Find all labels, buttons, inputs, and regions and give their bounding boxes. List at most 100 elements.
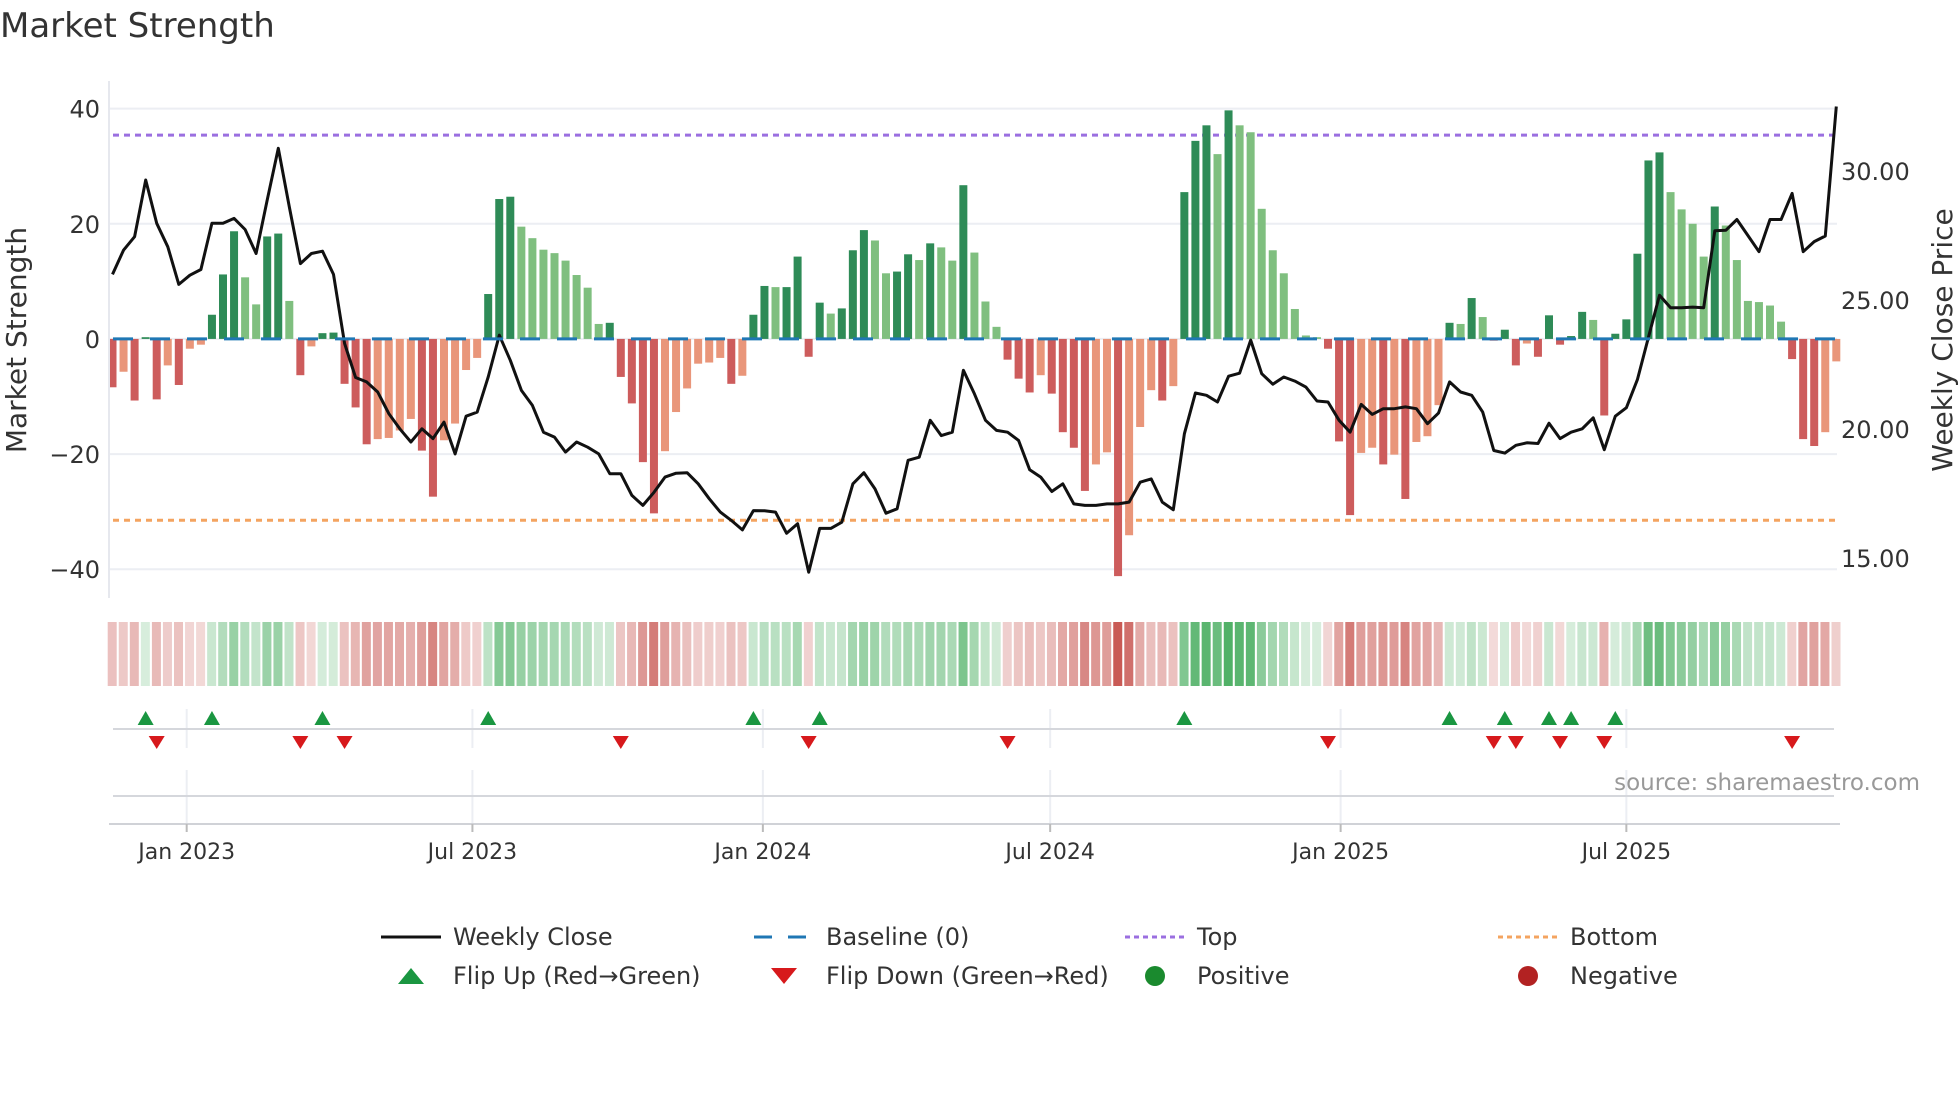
strip-cell (814, 622, 824, 686)
strip-cell (980, 622, 990, 686)
strip-cell (958, 622, 968, 686)
flip-down-marker (612, 736, 629, 749)
strip-cell (262, 622, 272, 686)
positive-bar (495, 199, 504, 339)
positive-bar (1500, 329, 1509, 339)
positive-bar (1467, 298, 1476, 339)
y2-tick-label: 15.00 (1841, 545, 1910, 573)
strip-cell (1798, 622, 1808, 686)
legend-item-flip-up[interactable]: Flip Up (Red→Green) (381, 961, 701, 991)
positive-bar (1545, 315, 1553, 339)
negative-bar (174, 338, 183, 385)
flip-down-marker (1552, 736, 1569, 749)
strip-cell (903, 622, 913, 686)
strip-cell (1588, 622, 1598, 686)
positive-bar (826, 313, 835, 339)
strip-cell (560, 622, 570, 686)
positive-bar (1445, 322, 1454, 339)
flip-down-marker (1596, 736, 1613, 749)
legend-item-flip-down[interactable]: Flip Down (Green→Red) (754, 961, 1109, 991)
negative-bar (1091, 338, 1100, 465)
strip-cell (406, 622, 416, 686)
strip-cell (1356, 622, 1366, 686)
flip-up-marker (1176, 711, 1193, 725)
strip-cell (140, 622, 150, 686)
negative-bar (727, 338, 736, 384)
strip-cell (129, 622, 139, 686)
strip-cell (991, 622, 1001, 686)
positive-bar (517, 226, 526, 339)
strip-cell (472, 622, 482, 686)
negative-bar (616, 338, 625, 377)
strip-cell (483, 622, 493, 686)
positive-bar (882, 273, 890, 339)
strip-cell (1488, 622, 1498, 686)
negative-bar (1158, 338, 1167, 401)
flip-up-marker (137, 711, 154, 725)
strip-cell (693, 622, 703, 686)
triangle-down-icon (754, 961, 814, 991)
negative-bar (694, 338, 703, 364)
strip-cell (571, 622, 581, 686)
strip-cell (1135, 622, 1145, 686)
strip-cell (1124, 622, 1134, 686)
legend-item-positive[interactable]: Positive (1125, 961, 1290, 991)
legend-item-top[interactable]: Top (1125, 922, 1238, 952)
negative-bar (406, 338, 415, 419)
green-dot-icon (1125, 961, 1185, 991)
x-tick-label: Jul 2025 (1580, 840, 1672, 865)
strip-cell (1533, 622, 1543, 686)
strip-cell (737, 622, 747, 686)
strip-cell (1091, 622, 1101, 686)
strip-cell (715, 622, 725, 686)
negative-bar (1821, 338, 1830, 433)
negative-bar (1069, 338, 1078, 448)
legend-item-negative[interactable]: Negative (1498, 961, 1678, 991)
strip-cell (439, 622, 449, 686)
x-tick-label: Jan 2023 (136, 840, 235, 865)
strip-cell (1809, 622, 1819, 686)
y-tick-label: 20 (69, 211, 100, 239)
strip-cell (1290, 622, 1300, 686)
positive-bar (1235, 125, 1244, 339)
positive-bar (1710, 206, 1719, 339)
positive-bar (870, 240, 879, 339)
strip-cell (1776, 622, 1786, 686)
strip-cell (1168, 622, 1178, 686)
negative-bar (1335, 338, 1344, 442)
positive-bar (760, 285, 769, 339)
positive-bar (1666, 192, 1675, 339)
y2-tick-label: 25.00 (1841, 287, 1910, 315)
strip-cell (792, 622, 802, 686)
flip-down-marker (800, 736, 817, 749)
negative-bar (1136, 338, 1145, 428)
strip-cell (1157, 622, 1167, 686)
positive-bar (893, 271, 902, 339)
strip-cell (185, 622, 195, 686)
strip-cell (229, 622, 239, 686)
strip-cell (1544, 622, 1554, 686)
negative-bar (384, 338, 393, 438)
strip-cell (1687, 622, 1697, 686)
positive-bar (837, 308, 846, 339)
legend-item-weekly-close[interactable]: Weekly Close (381, 922, 613, 952)
y2-tick-label: 20.00 (1841, 416, 1910, 444)
flip-up-marker (480, 711, 497, 725)
negative-bar (1125, 338, 1134, 536)
legend-item-bottom[interactable]: Bottom (1498, 922, 1658, 952)
flip-up-marker (745, 711, 762, 725)
positive-bar (1677, 209, 1686, 339)
strip-cell (1577, 622, 1587, 686)
positive-bar (230, 231, 239, 339)
strip-cell (107, 622, 117, 686)
legend-item-baseline[interactable]: Baseline (0) (754, 922, 969, 952)
positive-bar (859, 230, 868, 339)
strip-cell (859, 622, 869, 686)
legend-label: Top (1197, 923, 1238, 951)
strip-cell (1223, 622, 1233, 686)
strip-cell (306, 622, 316, 686)
strip-cell (593, 622, 603, 686)
y-tick-label: −20 (49, 441, 100, 469)
y2-tick-label: 30.00 (1841, 158, 1910, 186)
strip-cell (1013, 622, 1023, 686)
